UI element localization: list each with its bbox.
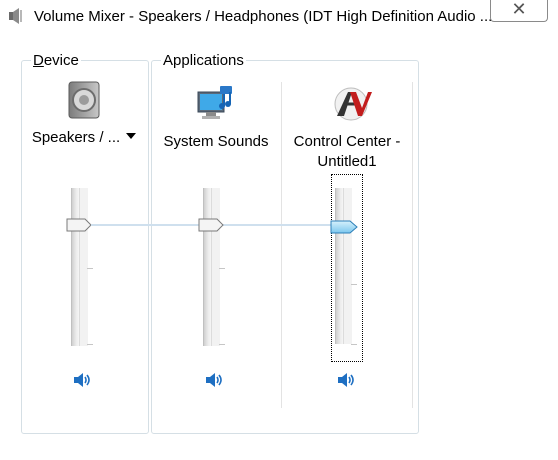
mixer-client-area: Device Applications Speakers / ... Syste… <box>11 32 548 452</box>
system-sounds-volume-thumb[interactable] <box>198 218 224 232</box>
column-separator-right <box>412 82 413 408</box>
control-center-tick <box>351 284 357 285</box>
speaker-icon[interactable] <box>204 370 226 390</box>
device-volume-thumb[interactable] <box>66 218 92 232</box>
speakers-dropdown-label: Speakers / ... <box>31 129 121 146</box>
device-label-rest: evice <box>43 52 79 69</box>
control-center-volume-thumb[interactable] <box>330 220 358 234</box>
control-center-tick <box>351 344 357 345</box>
system-sounds-track-edge <box>212 188 220 346</box>
system-sounds-volume-track[interactable] <box>203 188 212 346</box>
applications-group-label: Applications <box>161 52 246 69</box>
close-button[interactable]: ✕ <box>490 0 548 22</box>
control-center-track-edge <box>344 188 352 344</box>
device-tick <box>87 344 93 345</box>
system-sounds-icon <box>197 86 232 119</box>
control-center-icon <box>334 87 372 121</box>
speaker-app-icon <box>9 8 22 24</box>
chevron-down-icon[interactable] <box>126 133 137 140</box>
applications-group <box>151 60 419 434</box>
speaker-icon[interactable] <box>72 370 94 390</box>
device-volume-track-edge <box>80 188 88 346</box>
control-center-mute-button[interactable] <box>336 370 358 390</box>
window-title: Volume Mixer - Speakers / Headphones (ID… <box>34 8 493 25</box>
speaker-icon[interactable] <box>336 370 358 390</box>
control-center-label-line1: Control Center - <box>293 133 401 150</box>
device-volume-track[interactable] <box>71 188 80 346</box>
system-sounds-label: System Sounds <box>163 133 269 150</box>
control-center-label-line2: Untitled1 <box>317 153 377 170</box>
speakers-dropdown[interactable]: Speakers / ... <box>23 128 145 148</box>
device-group-label: Device <box>31 52 81 69</box>
column-separator <box>281 82 282 408</box>
speaker-device-icon <box>68 81 100 119</box>
control-center-volume-track[interactable] <box>335 188 344 344</box>
system-sounds-tick <box>219 344 225 345</box>
volume-mixer-window: Volume Mixer - Speakers / Headphones (ID… <box>0 0 558 460</box>
system-sounds-tick <box>219 268 225 269</box>
title-bar: Volume Mixer - Speakers / Headphones (ID… <box>0 0 558 32</box>
device-label-accelerator: D <box>33 52 44 69</box>
close-icon[interactable]: ✕ <box>491 0 547 20</box>
system-sounds-mute-button[interactable] <box>204 370 226 390</box>
device-mute-button[interactable] <box>72 370 94 390</box>
device-tick <box>87 268 93 269</box>
